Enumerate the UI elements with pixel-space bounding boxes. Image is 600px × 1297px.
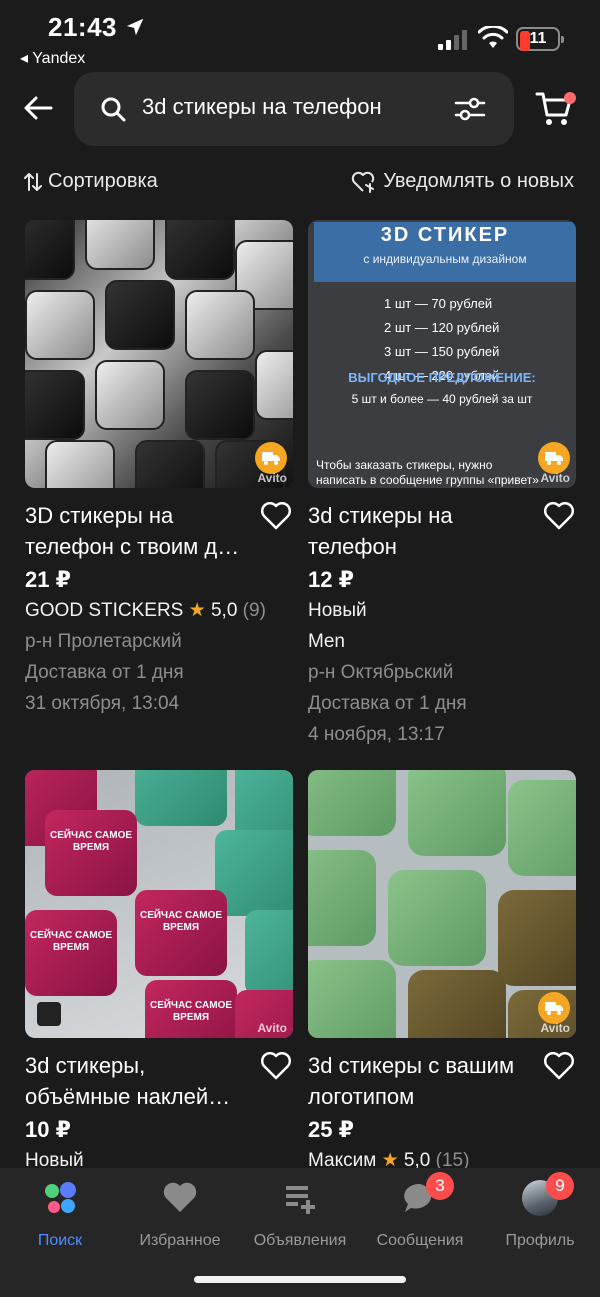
cart-notification-dot — [564, 92, 576, 104]
favorite-heart-icon[interactable] — [261, 502, 291, 530]
tab-messages[interactable]: 3 Сообщения — [360, 1172, 480, 1250]
promo-offer: ВЫГОДНОЕ ПРЕДЛОЖЕНИЕ: — [348, 370, 536, 385]
search-input[interactable]: 3d стикеры на телефон — [74, 72, 514, 146]
truck-icon — [545, 1002, 563, 1015]
listing-title[interactable]: 3d стикеры, объёмные наклей… — [25, 1050, 253, 1112]
delivery-badge — [538, 442, 570, 474]
listing-date: 4 ноября, 13:17 — [308, 724, 445, 745]
listing-delivery: Доставка от 1 дня — [308, 693, 467, 714]
promo-headline: 3D СТИКЕР — [380, 224, 510, 246]
delivery-badge — [255, 442, 287, 474]
sticker-tile: СЕЙЧАС САМОЕ ВРЕМЯ — [135, 890, 227, 976]
listing-title[interactable]: 3d стикеры на телефон — [308, 500, 536, 562]
favorite-heart-icon[interactable] — [544, 1052, 574, 1080]
heart-icon — [163, 1182, 197, 1212]
sticker-tile: СЕЙЧАС САМОЕ ВРЕМЯ — [25, 910, 117, 996]
avito-watermark: Avito — [257, 471, 287, 485]
listing-price: 12 ₽ — [308, 567, 354, 592]
avito-watermark: Avito — [540, 471, 570, 485]
tab-label: Поиск — [37, 1232, 83, 1249]
arrow-left-icon — [24, 96, 53, 120]
review-count: (9) — [242, 600, 266, 621]
profile-badge: 9 — [546, 1172, 574, 1200]
promo-price-item: 1 шт — 70 рублей — [384, 296, 493, 311]
cart-button[interactable] — [534, 88, 576, 128]
tab-search[interactable]: Поиск — [0, 1180, 120, 1250]
tab-label: Профиль — [505, 1232, 575, 1249]
sort-label: Сортировка — [48, 170, 158, 192]
image-checkbox[interactable] — [37, 1002, 61, 1026]
promo-price-item: 2 шт — 120 рублей — [384, 320, 500, 335]
tab-favorites[interactable]: Избранное — [120, 1180, 240, 1250]
seller-line: GOOD STICKERS ★ 5,0 (9) — [25, 595, 293, 626]
notify-label: Уведомлять о новых — [383, 170, 574, 192]
listing-price: 25 ₽ — [308, 1117, 354, 1142]
tab-label: Избранное — [139, 1232, 221, 1249]
listing-condition: Новый — [308, 600, 367, 621]
search-dots-icon — [45, 1182, 76, 1213]
delivery-badge — [538, 992, 570, 1024]
favorite-heart-icon[interactable] — [261, 1052, 291, 1080]
listing-date: 31 октября, 13:04 — [25, 693, 180, 714]
promo-subhead: с индивидуальным дизайном — [363, 252, 527, 266]
search-icon — [101, 97, 126, 122]
promo-price-item: 3 шт — 150 рублей — [384, 344, 500, 359]
seller-name[interactable]: Men — [308, 626, 576, 657]
seller-name[interactable]: GOOD STICKERS — [25, 600, 183, 621]
tab-profile[interactable]: 9 Профиль — [480, 1172, 600, 1250]
location-arrow-icon — [126, 18, 144, 36]
truck-icon — [545, 452, 563, 465]
truck-icon — [262, 452, 280, 465]
tab-label: Сообщения — [376, 1232, 464, 1249]
star-icon: ★ — [188, 600, 206, 621]
listing-card[interactable]: Avito 3d стикеры с вашим логотипом 25 ₽ … — [308, 770, 576, 1176]
messages-badge: 3 — [426, 1172, 454, 1200]
tab-listings[interactable]: Объявления — [240, 1180, 360, 1250]
back-to-app-link[interactable]: ◂ Yandex — [20, 48, 85, 68]
wifi-icon — [478, 26, 508, 48]
listing-price: 10 ₽ — [25, 1117, 71, 1142]
battery-level: 11 — [529, 30, 547, 47]
listing-image[interactable]: СЕЙЧАС САМОЕ ВРЕМЯ СЕЙЧАС САМОЕ ВРЕМЯ СЕ… — [25, 770, 293, 1038]
listing-district: р-н Пролетарский — [25, 631, 182, 652]
notify-new-button[interactable]: Уведомлять о новых — [351, 170, 574, 193]
filters-icon[interactable] — [454, 94, 486, 124]
avito-watermark: Avito — [540, 1021, 570, 1035]
sticker-tile: СЕЙЧАС САМОЕ ВРЕМЯ — [45, 810, 137, 896]
status-time: 21:43 — [48, 12, 117, 42]
listing-title[interactable]: 3D стикеры на телефон с твоим д… — [25, 500, 253, 562]
promo-offer-detail: 5 шт и более — 40 рублей за шт — [351, 392, 533, 406]
add-listing-icon — [286, 1186, 315, 1214]
listing-image[interactable]: 3D СТИКЕР с индивидуальным дизайном 1 шт… — [308, 220, 576, 488]
avito-watermark: Avito — [257, 1021, 287, 1035]
listing-image[interactable]: Avito — [25, 220, 293, 488]
promo-footer: Чтобы заказать стикеры, нужно написать в… — [316, 458, 539, 487]
seller-rating: 5,0 — [210, 600, 238, 621]
listing-image[interactable]: Avito — [308, 770, 576, 1038]
sort-button[interactable]: Сортировка — [24, 170, 158, 193]
listing-delivery: Доставка от 1 дня — [25, 662, 184, 683]
listing-title[interactable]: 3d стикеры с вашим логотипом — [308, 1050, 536, 1112]
home-indicator[interactable] — [194, 1276, 406, 1283]
listing-card[interactable]: СЕЙЧАС САМОЕ ВРЕМЯ СЕЙЧАС САМОЕ ВРЕМЯ СЕ… — [25, 770, 293, 1176]
tab-label: Объявления — [253, 1232, 347, 1249]
heart-bell-icon — [352, 171, 375, 193]
cellular-signal-icon — [438, 30, 467, 50]
battery-indicator: 11 — [516, 27, 564, 51]
status-bar: 21:43 ◂ Yandex 11 — [0, 0, 600, 72]
promo-header: 3D СТИКЕР с индивидуальным дизайном — [314, 222, 576, 282]
listing-district: р-н Октябрьский — [308, 662, 454, 683]
listing-price: 21 ₽ — [25, 567, 71, 592]
listing-card[interactable]: 3D СТИКЕР с индивидуальным дизайном 1 шт… — [308, 220, 576, 750]
search-query[interactable]: 3d стикеры на телефон — [142, 94, 382, 120]
sticker-tile: СЕЙЧАС САМОЕ ВРЕМЯ — [145, 980, 237, 1038]
favorite-heart-icon[interactable] — [544, 502, 574, 530]
listing-card[interactable]: Avito 3D стикеры на телефон с твоим д… 2… — [25, 220, 293, 719]
back-button[interactable] — [18, 88, 58, 128]
sort-arrows-icon — [24, 172, 42, 191]
